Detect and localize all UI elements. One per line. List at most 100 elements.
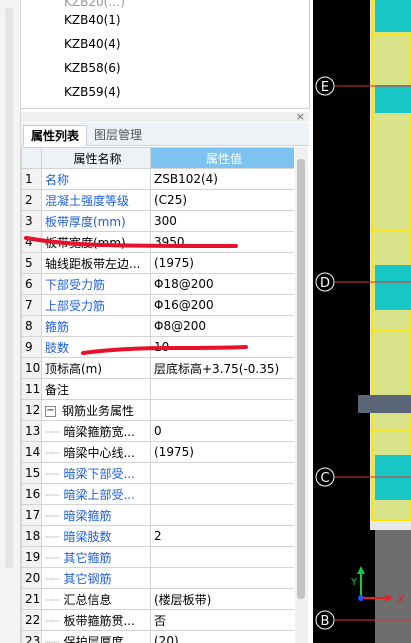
property-name: 板带厚度(mm): [41, 210, 151, 232]
table-row[interactable]: 13 ┈┈ 暗梁箍筋宽... 0: [21, 420, 294, 442]
property-group[interactable]: − 钢筋业务属性: [41, 399, 151, 421]
row-number: 1: [21, 168, 42, 190]
table-row[interactable]: 1 名称 ZSB102(4): [21, 168, 294, 190]
property-name-text: 暗梁下部受...: [63, 466, 135, 481]
table-row[interactable]: 16 ┈┈ 暗梁上部受...: [21, 483, 294, 505]
slab-band-fill: [372, 0, 411, 520]
beam: [375, 0, 411, 32]
table-row[interactable]: 2 混凝土强度等级 (C25): [21, 189, 294, 211]
property-value[interactable]: [150, 567, 294, 589]
property-name-text: 板带箍筋贯...: [63, 613, 135, 628]
row-number: 18: [21, 525, 42, 547]
property-name: ┈┈ 其它钢筋: [41, 567, 151, 589]
property-value: [150, 399, 294, 421]
beam: [375, 85, 411, 113]
property-value[interactable]: 层底标高+3.75(-0.35): [150, 357, 294, 379]
beam: [375, 265, 411, 310]
property-name-text: 其它钢筋: [63, 571, 112, 586]
table-row[interactable]: 3 板带厚度(mm) 300: [21, 210, 294, 232]
property-value[interactable]: [150, 546, 294, 568]
scrollbar-thumb[interactable]: [297, 159, 305, 599]
cad-canvas[interactable]: E D C B X Y: [313, 0, 411, 643]
property-name-text: 暗梁箍筋宽...: [63, 424, 135, 439]
property-name-text: 保护层厚度: [63, 634, 124, 643]
property-name: ┈┈ 暗梁中心线...: [41, 441, 151, 463]
table-row[interactable]: 14 ┈┈ 暗梁中心线... (1975): [21, 441, 294, 463]
table-row[interactable]: 20 ┈┈ 其它钢筋: [21, 567, 294, 589]
tree-line: ┈┈: [45, 508, 60, 523]
grid-scrollbar[interactable]: [295, 147, 308, 643]
row-number: 17: [21, 504, 42, 526]
axis-label: B: [321, 614, 330, 629]
left-scrollbar[interactable]: [5, 8, 13, 568]
table-row[interactable]: 23 ┈┈ 保护层厚度 (20): [21, 630, 294, 643]
property-value[interactable]: (20): [150, 630, 294, 643]
property-value[interactable]: 0: [150, 420, 294, 442]
close-icon[interactable]: ×: [296, 110, 305, 123]
header-name: 属性名称: [41, 147, 151, 169]
tab-properties[interactable]: 属性列表: [23, 125, 88, 146]
tab-layers[interactable]: 图层管理: [87, 125, 149, 145]
list-item[interactable]: KZB40(4): [64, 34, 121, 54]
property-value[interactable]: [150, 504, 294, 526]
property-name: ┈┈ 板带箍筋贯...: [41, 609, 151, 631]
property-name: ┈┈ 暗梁下部受...: [41, 462, 151, 484]
row-number: 13: [21, 420, 42, 442]
grid-header: 属性名称 属性值: [21, 147, 294, 169]
row-number: 2: [21, 189, 42, 211]
property-value[interactable]: [150, 462, 294, 484]
property-name: ┈┈ 暗梁箍筋: [41, 504, 151, 526]
collapse-icon[interactable]: −: [45, 405, 56, 417]
property-value[interactable]: ZSB102(4): [150, 168, 294, 190]
property-value[interactable]: [150, 483, 294, 505]
ucs-y-label: Y: [350, 577, 358, 588]
axis-label: C: [320, 471, 329, 486]
table-row[interactable]: 18 ┈┈ 暗梁肢数 2: [21, 525, 294, 547]
property-name-text: 暗梁上部受...: [63, 487, 135, 502]
table-row[interactable]: 22 ┈┈ 板带箍筋贯... 否: [21, 609, 294, 631]
property-value[interactable]: (C25): [150, 189, 294, 211]
table-row[interactable]: 19 ┈┈ 其它箍筋: [21, 546, 294, 568]
ucs-y-arrow: [357, 566, 365, 574]
table-row[interactable]: 10 顶标高(m) 层底标高+3.75(-0.35): [21, 357, 294, 379]
property-name: ┈┈ 暗梁上部受...: [41, 483, 151, 505]
list-item[interactable]: KZB40(1): [64, 10, 121, 30]
wall-block: [375, 530, 411, 643]
property-value[interactable]: (1975): [150, 441, 294, 463]
property-name: ┈┈ 汇总信息: [41, 588, 151, 610]
property-value[interactable]: [150, 378, 294, 400]
axis-label: E: [321, 80, 329, 95]
property-name: ┈┈ 暗梁箍筋宽...: [41, 420, 151, 442]
table-row[interactable]: 12− 钢筋业务属性: [21, 399, 294, 421]
list-item[interactable]: KZB58(6): [64, 58, 121, 78]
property-name: 顶标高(m): [41, 357, 151, 379]
red-annotation-marks: [24, 236, 248, 355]
row-number: 10: [21, 357, 42, 379]
row-number: 14: [21, 441, 42, 463]
header-num: [21, 147, 42, 169]
table-row[interactable]: 21 ┈┈ 汇总信息 (楼层板带): [21, 588, 294, 610]
property-value[interactable]: 否: [150, 609, 294, 631]
property-name: 备注: [41, 378, 151, 400]
property-name: ┈┈ 其它箍筋: [41, 546, 151, 568]
tree-line: ┈┈: [45, 592, 60, 607]
property-name-text: 暗梁中心线...: [63, 445, 135, 460]
row-number: 11: [21, 378, 42, 400]
slab-strip-selected: [358, 395, 411, 413]
table-row[interactable]: 11 备注: [21, 378, 294, 400]
table-row[interactable]: 15 ┈┈ 暗梁下部受...: [21, 462, 294, 484]
tree-line: ┈┈: [45, 487, 60, 502]
panel-splitter[interactable]: ×: [21, 110, 309, 123]
annotation-underline-width: [24, 236, 238, 248]
header-value: 属性值: [150, 147, 294, 169]
table-row[interactable]: 17 ┈┈ 暗梁箍筋: [21, 504, 294, 526]
tree-line: ┈┈: [45, 613, 60, 628]
row-number: 22: [21, 609, 42, 631]
property-value[interactable]: 300: [150, 210, 294, 232]
property-name: 混凝土强度等级: [41, 189, 151, 211]
property-value[interactable]: (楼层板带): [150, 588, 294, 610]
ucs-origin: [358, 595, 364, 601]
property-value[interactable]: 2: [150, 525, 294, 547]
list-item[interactable]: KZB59(4): [64, 82, 121, 102]
property-name: ┈┈ 保护层厚度: [41, 630, 151, 643]
